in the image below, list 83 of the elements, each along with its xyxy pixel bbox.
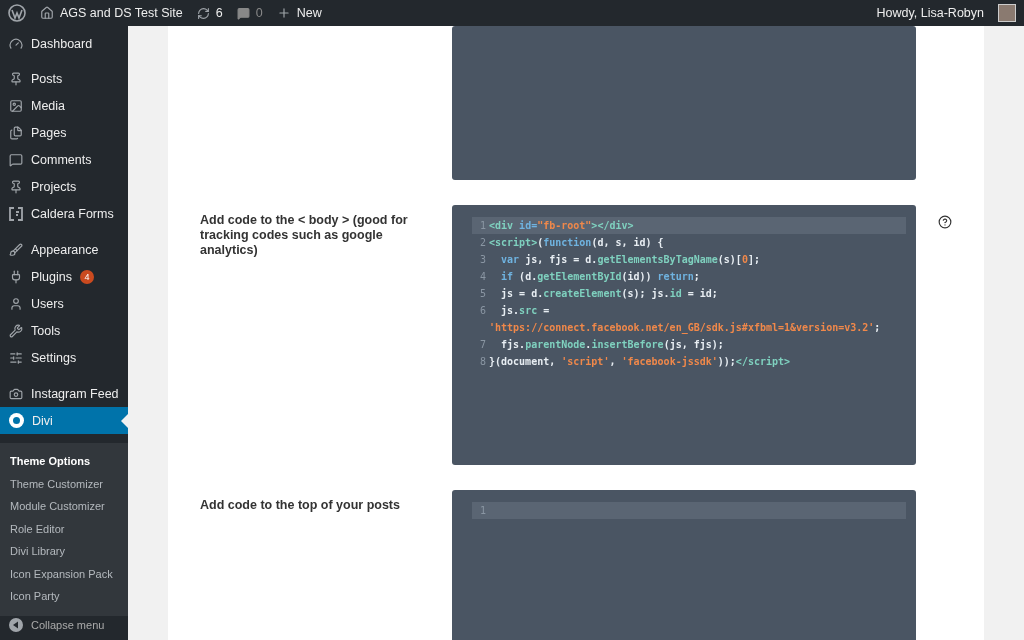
menu-label: Comments	[31, 152, 92, 167]
code-line: var js, fjs = d.getElementsByTagName(s)[0];	[500, 253, 760, 267]
sidebar-item[interactable]: Settings	[0, 344, 128, 371]
camera-icon	[9, 386, 23, 401]
menu-label: Settings	[31, 350, 77, 365]
submenu-item[interactable]: Icon Expansion Pack	[0, 562, 128, 585]
count-badge: 4	[80, 269, 94, 284]
sidebar-item[interactable]: Dashboard	[0, 30, 128, 57]
menu-label: Users	[31, 296, 64, 311]
menu-label: Plugins	[31, 269, 72, 284]
sidebar-item[interactable]: Comments	[0, 146, 128, 173]
sliders-icon	[9, 350, 23, 365]
submenu-item[interactable]: Module Customizer	[0, 495, 128, 518]
line-number: 2	[478, 236, 487, 250]
menu-label: Projects	[31, 179, 77, 194]
sidebar-item[interactable]: Users	[0, 290, 128, 317]
sidebar-item[interactable]: Divi	[0, 407, 128, 434]
speech-bubble-icon	[236, 6, 250, 20]
pages-icon	[9, 125, 23, 140]
code-line: if (d.getElementById(id)) return;	[500, 270, 700, 284]
home-icon	[40, 6, 54, 20]
site-name-link[interactable]: AGS and DS Test Site	[40, 6, 183, 20]
user-icon	[9, 296, 23, 311]
new-link[interactable]: New	[276, 6, 322, 20]
line-number: 6	[478, 304, 487, 318]
sidebar-item[interactable]: Appearance	[0, 236, 128, 263]
image-icon	[9, 98, 23, 113]
menu-label: Appearance	[31, 242, 99, 257]
submenu-item[interactable]: Theme Options	[0, 450, 128, 473]
account-link[interactable]: Howdy, Lisa-Robyn	[876, 6, 984, 20]
sidebar-item[interactable]: Projects	[0, 173, 128, 200]
code-editor[interactable]	[452, 205, 916, 465]
menu-label: Divi	[32, 413, 53, 428]
sidebar-item[interactable]: Caldera Forms	[0, 200, 128, 227]
speech-bubble-icon	[9, 152, 23, 167]
submenu-item[interactable]: Role Editor	[0, 517, 128, 540]
line-number: 3	[478, 253, 487, 267]
pin-icon	[9, 179, 23, 194]
setting-label: Add code to the < body > (good for tracking codes such as google analytics)	[200, 212, 409, 258]
brush-icon	[9, 242, 23, 257]
logo-icon[interactable]	[8, 4, 26, 22]
setting-label: Add code to the top of your posts	[200, 497, 401, 513]
sidebar-item[interactable]: Plugins 4	[0, 263, 128, 290]
code-line: }(document, 'script', 'facebook-jssdk'));</script>	[489, 355, 791, 369]
submenu-item[interactable]: Theme Customizer	[0, 472, 128, 495]
collapse-menu-button[interactable]: Collapse menu	[0, 615, 128, 634]
line-number: 7	[478, 338, 487, 352]
sidebar-item[interactable]: Media	[0, 92, 128, 119]
submenu-item[interactable]: Icon Party	[0, 585, 128, 608]
code-line: fjs.parentNode.insertBefore(js, fjs);	[500, 338, 724, 352]
menu-label: Pages	[31, 125, 67, 140]
code-line: js.src =	[500, 304, 550, 318]
logo-icon	[9, 413, 24, 428]
menu-label: Media	[31, 98, 66, 113]
sidebar-item[interactable]: Instagram Feed	[0, 380, 128, 407]
help-icon[interactable]	[938, 215, 952, 229]
wrench-icon	[9, 323, 23, 338]
sidebar-item[interactable]: Tools	[0, 317, 128, 344]
menu-label: Tools	[31, 323, 61, 338]
collapse-icon	[9, 617, 23, 632]
code-line: js = d.createElement(s); js.id = id;	[500, 287, 718, 301]
refresh-icon	[196, 6, 210, 20]
code-line: <div id="fb-root"></div>	[489, 219, 634, 233]
menu-label: Posts	[31, 71, 63, 86]
sidebar-item[interactable]: Posts	[0, 65, 128, 92]
comments-link[interactable]: 0	[236, 6, 263, 20]
plus-icon	[276, 6, 291, 20]
pin-icon	[9, 71, 23, 86]
sidebar-item[interactable]: Pages	[0, 119, 128, 146]
submenu-item[interactable]: Divi Library	[0, 540, 128, 563]
plug-icon	[9, 269, 23, 284]
menu-label: Dashboard	[31, 36, 93, 51]
line-number: 8	[478, 355, 487, 369]
line-number: 4	[478, 270, 487, 284]
menu-label: Instagram Feed	[31, 386, 119, 401]
avatar-placeholder[interactable]	[998, 4, 1016, 22]
updates-link[interactable]: 6	[196, 6, 223, 20]
menu-label: Caldera Forms	[31, 206, 114, 221]
gauge-icon	[9, 36, 23, 51]
brackets-icon	[9, 206, 23, 221]
code-line: <script>(function(d, s, id) {	[489, 236, 664, 250]
code-line: 'https://connect.facebook.net/en_GB/sdk.js#xfbml=1&version=v3.2';	[489, 321, 881, 336]
line-number: 5	[478, 287, 487, 301]
